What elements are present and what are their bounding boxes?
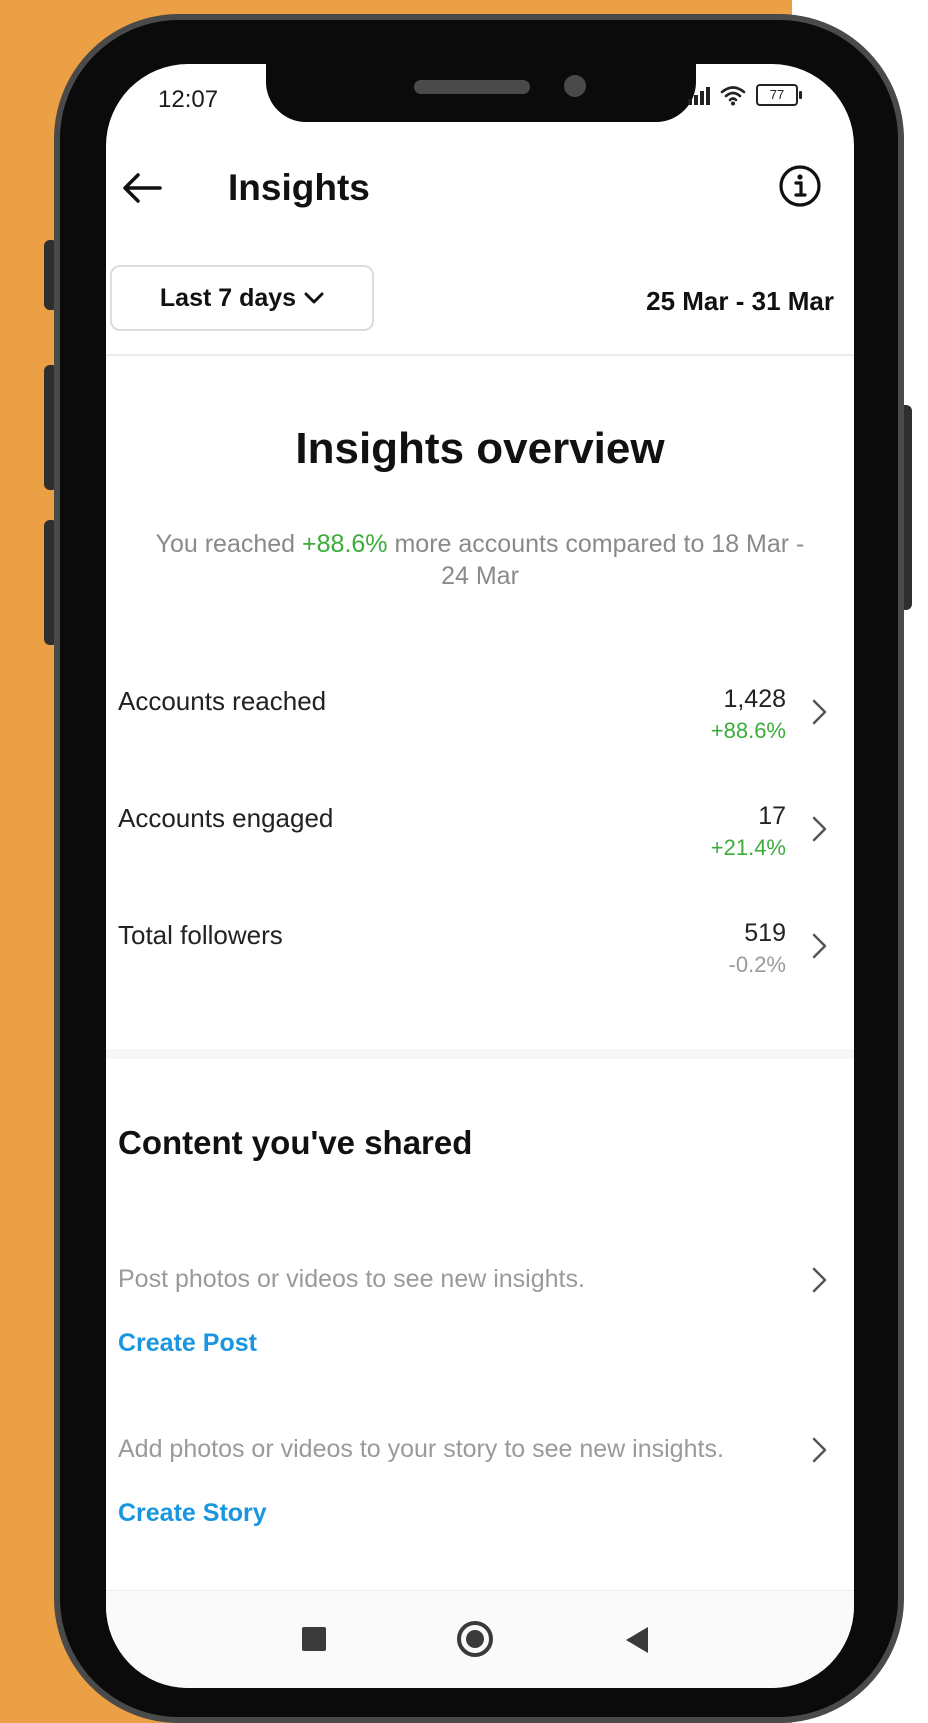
- metric-total-followers[interactable]: Total followers 519 -0.2%: [106, 916, 854, 996]
- metric-label: Accounts reached: [118, 686, 327, 716]
- back-arrow-icon[interactable]: [118, 164, 166, 212]
- metric-label: Total followers: [118, 920, 283, 950]
- system-navigation-bar: [106, 1590, 854, 1688]
- battery-icon: 77: [756, 84, 802, 106]
- story-insights-text: Add photos or videos to your story to se…: [118, 1435, 724, 1463]
- overview-summary: You reached +88.6% more accounts compare…: [154, 528, 806, 592]
- metric-label: Accounts engaged: [118, 803, 334, 833]
- summary-change: +88.6%: [302, 530, 388, 558]
- status-icons: 77: [688, 84, 802, 106]
- chevron-down-icon: [304, 292, 324, 304]
- info-icon[interactable]: [776, 162, 824, 210]
- date-range-text: 25 Mar - 31 Mar: [646, 286, 834, 316]
- metric-value: 1,428: [723, 685, 786, 713]
- content-shared-title: Content you've shared: [118, 1124, 473, 1161]
- metric-accounts-engaged[interactable]: Accounts engaged 17 +21.4%: [106, 799, 854, 879]
- nav-recents-icon[interactable]: [302, 1627, 326, 1651]
- metric-change: +21.4%: [710, 835, 786, 860]
- create-post-link[interactable]: Create Post: [118, 1329, 257, 1358]
- date-range-dropdown[interactable]: Last 7 days: [110, 265, 374, 331]
- chevron-right-icon: [812, 699, 827, 725]
- signal-icon: [688, 85, 710, 105]
- summary-suffix: more accounts compared to 18 Mar - 24 Ma…: [387, 530, 805, 590]
- front-camera: [564, 75, 586, 97]
- create-story-link[interactable]: Create Story: [118, 1499, 267, 1528]
- metric-accounts-reached[interactable]: Accounts reached 1,428 +88.6%: [106, 682, 854, 762]
- notch: [266, 64, 696, 122]
- metric-change: +88.6%: [710, 718, 786, 743]
- post-insights-text: Post photos or videos to see new insight…: [118, 1265, 585, 1293]
- post-insights-row[interactable]: Post photos or videos to see new insight…: [106, 1260, 854, 1300]
- date-range-dropdown-label: Last 7 days: [159, 283, 297, 312]
- chevron-right-icon: [812, 933, 827, 959]
- chevron-right-icon: [812, 816, 827, 842]
- divider: [106, 354, 854, 356]
- chevron-right-icon: [812, 1267, 827, 1293]
- nav-back-icon[interactable]: [626, 1627, 648, 1653]
- phone-screen: 12:07 77 Insights Last 7 days 25 Mar - 3…: [106, 64, 854, 1688]
- status-time: 12:07: [158, 86, 219, 113]
- page-title: Insights: [228, 167, 370, 208]
- chevron-right-icon: [812, 1437, 827, 1463]
- overview-title: Insights overview: [295, 424, 665, 473]
- section-separator: [106, 1049, 854, 1059]
- speaker: [414, 80, 530, 94]
- summary-prefix: You reached: [155, 530, 303, 558]
- metric-value: 519: [744, 919, 786, 947]
- nav-home-icon[interactable]: [457, 1621, 493, 1657]
- metric-value: 17: [758, 802, 786, 830]
- wifi-icon: [720, 86, 746, 106]
- story-insights-row[interactable]: Add photos or videos to your story to se…: [106, 1430, 854, 1470]
- metric-change: -0.2%: [728, 952, 786, 977]
